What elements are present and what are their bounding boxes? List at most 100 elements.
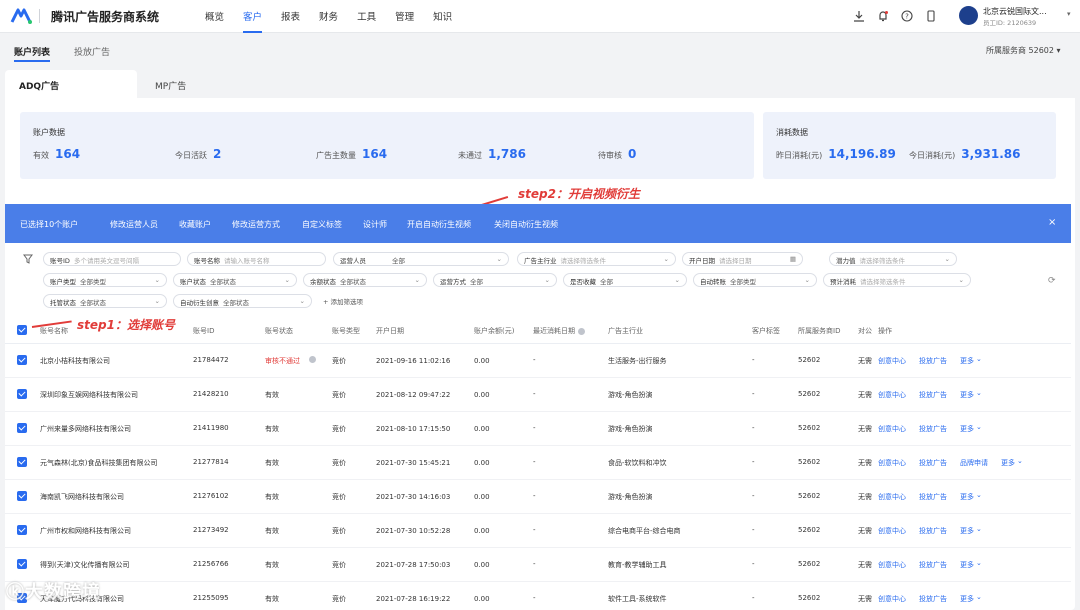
row-checkbox[interactable]	[17, 389, 27, 399]
add-filter-button[interactable]: + 添加筛选项	[317, 294, 377, 308]
action-more[interactable]: 更多	[1001, 458, 1015, 468]
bulk-action-bar: 已选择10个账户 修改运营人员 收藏账户 修改运营方式 自定义标签 设计师 开启…	[5, 204, 1071, 243]
cell-balance: 0.00	[474, 459, 490, 467]
nav-knowledge[interactable]: 知识	[433, 9, 452, 23]
chevron-down-icon[interactable]: ⌄	[976, 593, 982, 601]
top-navigation-bar: 腾讯广告服务商系统 概览 客户 报表 财务 工具 管理 知识 ? 北京云锐国际文…	[0, 0, 1080, 33]
chevron-down-icon[interactable]: ⌄	[1017, 457, 1023, 465]
action-more[interactable]: 更多	[960, 560, 974, 570]
chevron-down-icon[interactable]: ▾	[1067, 10, 1071, 18]
stat-today-consume: 今日消耗(元) 3,931.86	[909, 147, 1021, 161]
row-checkbox[interactable]	[17, 525, 27, 535]
nav-tools[interactable]: 工具	[357, 9, 376, 23]
table-row	[5, 582, 1071, 610]
action-link[interactable]: 创意中心	[878, 526, 906, 536]
action-disable-auto-derive-video[interactable]: 关闭自动衍生视频	[494, 219, 558, 230]
chevron-down-icon[interactable]: ⌄	[976, 423, 982, 431]
filter-account-type[interactable]: 账户类型 全部类型 ⌄	[43, 273, 167, 287]
refresh-icon[interactable]: ⟳	[1048, 276, 1056, 286]
action-link[interactable]: 投放广告	[919, 560, 947, 570]
action-link[interactable]: 投放广告	[919, 356, 947, 366]
row-checkbox[interactable]	[17, 491, 27, 501]
stat-active-today: 今日活跃 2	[175, 147, 222, 161]
action-more[interactable]: 更多	[960, 492, 974, 502]
filter-balance-status[interactable]: 余额状态 全部状态 ⌄	[303, 273, 427, 287]
filter-potential[interactable]: 潜力值 请选择筛选条件 ⌄	[829, 252, 957, 266]
cell-last-consume: -	[533, 390, 536, 398]
select-all-checkbox[interactable]	[17, 325, 27, 335]
action-more[interactable]: 更多	[960, 356, 974, 366]
bell-icon[interactable]	[876, 9, 890, 23]
action-modify-operator[interactable]: 修改运营人员	[110, 219, 158, 230]
action-more[interactable]: 更多	[960, 594, 974, 604]
phone-icon[interactable]	[924, 9, 938, 23]
avatar[interactable]	[959, 6, 978, 25]
action-enable-auto-derive-video[interactable]: 开启自动衍生视频	[407, 219, 471, 230]
close-icon[interactable]: ×	[1048, 217, 1056, 228]
nav-management[interactable]: 管理	[395, 9, 414, 23]
action-modify-ops-mode[interactable]: 修改运营方式	[232, 219, 280, 230]
row-checkbox[interactable]	[17, 559, 27, 569]
filter-account-id[interactable]: 账号ID 多个请用英文逗号间隔	[43, 252, 181, 266]
filter-favorited[interactable]: 是否收藏 全部 ⌄	[563, 273, 687, 287]
filter-open-date[interactable]: 开户日期 请选择日期 ▦	[682, 252, 803, 266]
action-designer[interactable]: 设计师	[363, 219, 387, 230]
chevron-down-icon[interactable]: ⌄	[976, 355, 982, 363]
action-link[interactable]: 创意中心	[878, 424, 906, 434]
action-link[interactable]: 投放广告	[919, 424, 947, 434]
download-icon[interactable]	[852, 9, 866, 23]
action-more[interactable]: 更多	[960, 390, 974, 400]
service-provider-select[interactable]: 所属服务商 52602 ▾	[986, 45, 1061, 56]
info-icon[interactable]	[309, 356, 316, 363]
filter-account-name[interactable]: 账号名称 请输入账号名称	[187, 252, 326, 266]
chevron-down-icon[interactable]: ⌄	[976, 559, 982, 567]
tab-ad-delivery[interactable]: 投放广告	[74, 45, 110, 58]
filter-auto-transfer[interactable]: 自动转账 全部类型 ⌄	[693, 273, 817, 287]
action-link[interactable]: 投放广告	[919, 458, 947, 468]
cell-industry: 游戏-角色扮演	[608, 391, 653, 399]
action-link[interactable]: 创意中心	[878, 560, 906, 570]
tab-mp[interactable]: MP广告	[141, 70, 200, 98]
row-checkbox[interactable]	[17, 457, 27, 467]
action-link[interactable]: 投放广告	[919, 390, 947, 400]
action-link[interactable]: 创意中心	[878, 492, 906, 502]
action-link[interactable]: 创意中心	[878, 356, 906, 366]
action-link[interactable]: 投放广告	[919, 526, 947, 536]
action-link[interactable]: 品牌申请	[960, 458, 988, 468]
filter-trustee-status[interactable]: 托管状态 全部状态 ⌄	[43, 294, 167, 308]
tab-adq[interactable]: ADQ广告	[5, 70, 137, 98]
nav-overview[interactable]: 概览	[205, 9, 224, 23]
action-favorite-account[interactable]: 收藏账户	[179, 219, 211, 230]
action-custom-tag[interactable]: 自定义标签	[302, 219, 342, 230]
company-name[interactable]: 北京云锐国际文...	[983, 6, 1047, 17]
nav-reports[interactable]: 报表	[281, 9, 300, 23]
row-checkbox[interactable]	[17, 355, 27, 365]
action-link[interactable]: 创意中心	[878, 390, 906, 400]
tab-account-list[interactable]: 账户列表	[14, 45, 51, 62]
action-link[interactable]: 投放广告	[919, 492, 947, 502]
cell-open-date: 2021-07-28 17:50:03	[376, 561, 451, 569]
help-icon[interactable]: ?	[900, 9, 914, 23]
filter-account-status[interactable]: 账户状态 全部状态 ⌄	[173, 273, 297, 287]
service-provider-label: 所属服务商 52602	[986, 46, 1054, 55]
action-link[interactable]: 创意中心	[878, 594, 906, 604]
nav-finance[interactable]: 财务	[319, 9, 338, 23]
row-checkbox[interactable]	[17, 423, 27, 433]
filter-est-consume[interactable]: 预计消耗 请选择筛选条件 ⌄	[823, 273, 971, 287]
chevron-down-icon[interactable]: ⌄	[976, 389, 982, 397]
cell-open-date: 2021-07-30 10:52:28	[376, 527, 451, 535]
filter-operator[interactable]: 运营人员 全部 ⌄	[333, 252, 509, 266]
toolbar-icons: ?	[852, 9, 948, 23]
nav-customers[interactable]: 客户	[243, 9, 263, 33]
action-more[interactable]: 更多	[960, 526, 974, 536]
filter-auto-derive[interactable]: 自动衍生创意 全部状态 ⌄	[173, 294, 312, 308]
chevron-down-icon[interactable]: ⌄	[976, 491, 982, 499]
filter-industry[interactable]: 广告主行业 请选择筛选条件 ⌄	[517, 252, 676, 266]
tencent-ads-logo-icon[interactable]	[10, 8, 32, 24]
action-link[interactable]: 创意中心	[878, 458, 906, 468]
cell-last-consume: -	[533, 526, 536, 534]
filter-ops-mode[interactable]: 运营方式 全部 ⌄	[433, 273, 557, 287]
action-link[interactable]: 投放广告	[919, 594, 947, 604]
action-more[interactable]: 更多	[960, 424, 974, 434]
chevron-down-icon[interactable]: ⌄	[976, 525, 982, 533]
